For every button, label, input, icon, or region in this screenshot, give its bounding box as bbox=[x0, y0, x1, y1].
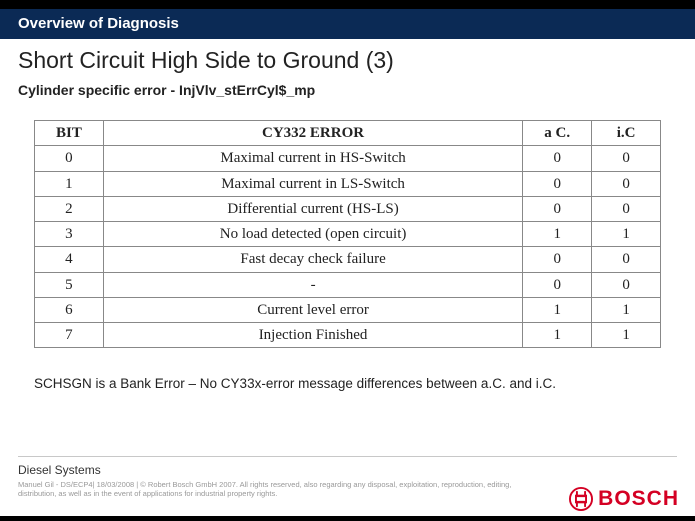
cell-ic: 1 bbox=[592, 323, 661, 348]
cell-bit: 4 bbox=[35, 247, 104, 272]
cell-ac: 0 bbox=[523, 171, 592, 196]
table-row: 5 - 0 0 bbox=[35, 272, 661, 297]
cell-ic: 0 bbox=[592, 196, 661, 221]
cell-ic: 1 bbox=[592, 222, 661, 247]
footer: Diesel Systems Manuel Gil - DS/ECP4| 18/… bbox=[0, 456, 695, 521]
bottom-black-bar bbox=[0, 516, 695, 521]
cell-err: Differential current (HS-LS) bbox=[103, 196, 522, 221]
slide-header: Overview of Diagnosis bbox=[0, 9, 695, 39]
table-row: 6 Current level error 1 1 bbox=[35, 297, 661, 322]
th-ic: i.C bbox=[592, 121, 661, 146]
table-header-row: BIT CY332 ERROR a C. i.C bbox=[35, 121, 661, 146]
cell-ic: 0 bbox=[592, 247, 661, 272]
cell-ac: 0 bbox=[523, 272, 592, 297]
table-row: 2 Differential current (HS-LS) 0 0 bbox=[35, 196, 661, 221]
cell-err: Maximal current in HS-Switch bbox=[103, 146, 522, 171]
cell-bit: 3 bbox=[35, 222, 104, 247]
cell-bit: 2 bbox=[35, 196, 104, 221]
top-black-bar bbox=[0, 0, 695, 9]
cell-err: Current level error bbox=[103, 297, 522, 322]
error-table: BIT CY332 ERROR a C. i.C 0 Maximal curre… bbox=[34, 120, 661, 348]
error-table-wrap: BIT CY332 ERROR a C. i.C 0 Maximal curre… bbox=[34, 120, 661, 348]
cell-bit: 1 bbox=[35, 171, 104, 196]
th-error: CY332 ERROR bbox=[103, 121, 522, 146]
table-row: 1 Maximal current in LS-Switch 0 0 bbox=[35, 171, 661, 196]
cell-ic: 0 bbox=[592, 272, 661, 297]
content-area: Short Circuit High Side to Ground (3) Cy… bbox=[0, 39, 695, 391]
cell-ac: 0 bbox=[523, 247, 592, 272]
cell-err: Injection Finished bbox=[103, 323, 522, 348]
cell-ac: 0 bbox=[523, 196, 592, 221]
footer-diesel: Diesel Systems bbox=[0, 463, 695, 480]
cell-ic: 0 bbox=[592, 171, 661, 196]
cell-bit: 0 bbox=[35, 146, 104, 171]
table-row: 4 Fast decay check failure 0 0 bbox=[35, 247, 661, 272]
cell-bit: 7 bbox=[35, 323, 104, 348]
footnote: SCHSGN is a Bank Error – No CY33x-error … bbox=[34, 376, 677, 391]
th-bit: BIT bbox=[35, 121, 104, 146]
cell-err: Maximal current in LS-Switch bbox=[103, 171, 522, 196]
bosch-logo-text: BOSCH bbox=[598, 487, 679, 511]
cell-ac: 0 bbox=[523, 146, 592, 171]
cell-err: - bbox=[103, 272, 522, 297]
cell-ic: 0 bbox=[592, 146, 661, 171]
cell-bit: 6 bbox=[35, 297, 104, 322]
slide-title: Short Circuit High Side to Ground (3) bbox=[18, 47, 677, 74]
cell-ac: 1 bbox=[523, 222, 592, 247]
cell-ac: 1 bbox=[523, 323, 592, 348]
footer-divider bbox=[18, 456, 677, 457]
cell-ac: 1 bbox=[523, 297, 592, 322]
table-row: 0 Maximal current in HS-Switch 0 0 bbox=[35, 146, 661, 171]
table-row: 3 No load detected (open circuit) 1 1 bbox=[35, 222, 661, 247]
cell-bit: 5 bbox=[35, 272, 104, 297]
table-row: 7 Injection Finished 1 1 bbox=[35, 323, 661, 348]
header-text: Overview of Diagnosis bbox=[18, 15, 179, 32]
cell-err: Fast decay check failure bbox=[103, 247, 522, 272]
th-ac: a C. bbox=[523, 121, 592, 146]
slide-subtitle: Cylinder specific error - InjVlv_stErrCy… bbox=[18, 82, 677, 98]
bosch-armature-icon bbox=[569, 487, 593, 511]
cell-ic: 1 bbox=[592, 297, 661, 322]
cell-err: No load detected (open circuit) bbox=[103, 222, 522, 247]
bosch-logo: BOSCH bbox=[569, 487, 679, 511]
